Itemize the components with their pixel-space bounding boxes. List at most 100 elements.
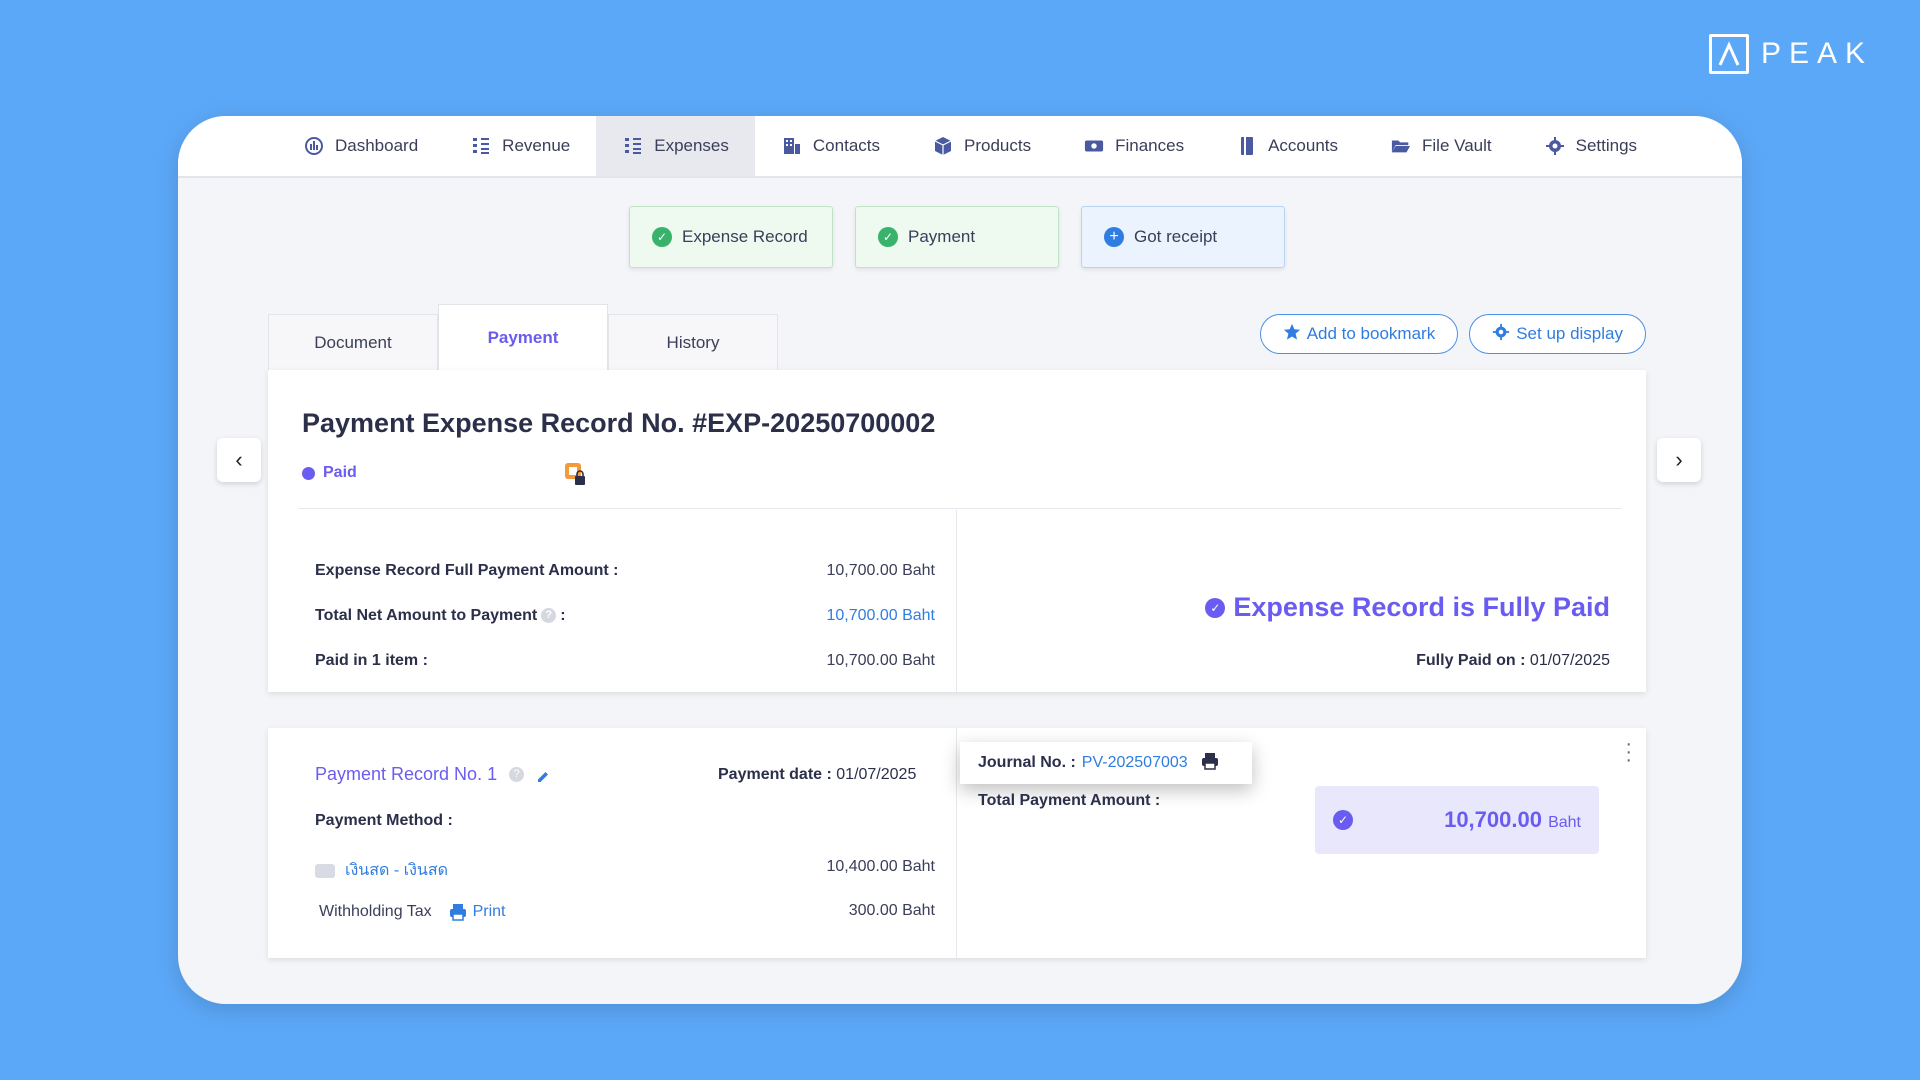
nav-contacts-label: Contacts	[812, 136, 880, 155]
net-amount-label: Total Net Amount to Payment	[315, 607, 538, 624]
paid-on-label: Fully Paid on :	[1416, 652, 1526, 669]
help-icon[interactable]: ?	[541, 608, 557, 624]
tab-payment[interactable]: Payment	[438, 304, 608, 370]
nav-settings[interactable]: Settings	[1518, 116, 1663, 176]
help-icon[interactable]: ?	[509, 767, 525, 782]
nav-settings-label: Settings	[1575, 136, 1638, 155]
check-icon: ✓	[878, 227, 898, 247]
finances-icon	[1083, 135, 1105, 157]
step-expense-record[interactable]: ✓ Expense Record	[629, 206, 833, 268]
withholding-tax-row: Withholding Tax Print 300.00 Baht	[315, 902, 935, 922]
nav-expenses-label: Expenses	[654, 136, 729, 155]
payment-method-amount: 10,400.00 Baht	[826, 858, 935, 875]
divider	[956, 510, 957, 692]
journal-tooltip: Journal No. : PV-202507003	[960, 742, 1252, 784]
nav-revenue[interactable]: Revenue	[444, 116, 596, 176]
setup-display-button[interactable]: Set up display	[1469, 314, 1646, 354]
net-amount-row: Total Net Amount to Payment?: 10,700.00 …	[315, 607, 935, 625]
payment-date-value: 01/07/2025	[836, 766, 917, 783]
status-dot-icon	[302, 466, 315, 480]
full-payment-value: 10,700.00 Baht	[826, 562, 935, 579]
more-options-icon[interactable]: · · ·	[1625, 734, 1632, 770]
gear-icon	[1492, 323, 1510, 346]
contacts-icon	[781, 135, 803, 157]
edit-pencil-icon[interactable]	[536, 768, 550, 782]
payment-method-link[interactable]: เงินสด - เงินสด	[345, 862, 448, 879]
check-icon: ✓	[652, 227, 672, 247]
payment-method-group: เงินสด - เงินสด	[315, 858, 448, 883]
add-bookmark-label: Add to bookmark	[1306, 324, 1436, 343]
total-payment-unit: Baht	[1548, 814, 1581, 831]
tab-history[interactable]: History	[608, 314, 778, 370]
divider	[956, 728, 957, 958]
nav-revenue-label: Revenue	[502, 136, 571, 155]
net-amount-label-group: Total Net Amount to Payment?:	[315, 607, 566, 625]
nav-contacts[interactable]: Contacts	[755, 116, 906, 176]
cash-icon	[315, 863, 335, 878]
status-label: Paid	[323, 464, 357, 481]
logo-mark-icon	[1708, 34, 1749, 74]
products-icon	[932, 135, 954, 157]
nav-dashboard-label: Dashboard	[335, 136, 419, 155]
nav-dashboard[interactable]: Dashboard	[277, 116, 444, 176]
nav-file-vault-label: File Vault	[1422, 136, 1492, 155]
divider	[298, 508, 1622, 509]
action-buttons: Add to bookmark Set up display	[1259, 314, 1646, 354]
status-steps: ✓ Expense Record ✓ Payment + Got receipt	[629, 206, 1285, 268]
nav-products-label: Products	[964, 136, 1032, 155]
payment-method-row: เงินสด - เงินสด 10,400.00 Baht	[315, 858, 935, 883]
total-payment-amount: 10,700.00 Baht	[1444, 807, 1581, 833]
gear-icon	[1544, 135, 1566, 157]
peak-logo: PEAK	[1708, 34, 1873, 74]
check-circle-icon: ✓	[1205, 597, 1226, 618]
step-payment-label: Payment	[908, 227, 976, 246]
payment-record-title-text[interactable]: Payment Record No. 1	[315, 764, 497, 785]
plus-icon: +	[1104, 227, 1124, 247]
total-payment-label: Total Payment Amount :	[978, 792, 1161, 809]
add-bookmark-button[interactable]: Add to bookmark	[1259, 314, 1459, 354]
tab-document[interactable]: Document	[268, 314, 438, 370]
nav-file-vault[interactable]: File Vault	[1364, 116, 1518, 176]
payment-date-label: Payment date :	[718, 766, 832, 783]
nav-products[interactable]: Products	[906, 116, 1057, 176]
chevron-left-icon: ‹	[235, 447, 243, 472]
full-payment-label: Expense Record Full Payment Amount :	[315, 562, 619, 579]
previous-record-button[interactable]: ‹	[217, 438, 261, 482]
document-tabs: Document Payment History	[268, 304, 778, 370]
step-payment[interactable]: ✓ Payment	[855, 206, 1059, 268]
app-window: Dashboard Revenue Expenses Contacts Prod…	[178, 116, 1742, 1004]
printer-icon[interactable]	[1200, 751, 1220, 776]
nav-finances[interactable]: Finances	[1057, 116, 1210, 176]
nav-finances-label: Finances	[1115, 136, 1185, 155]
fully-paid-banner: ✓ Expense Record is Fully Paid	[1205, 592, 1610, 623]
paid-items-row: Paid in 1 item : 10,700.00 Baht	[315, 652, 935, 670]
dashboard-icon	[303, 135, 325, 157]
fully-paid-text: Expense Record is Fully Paid	[1233, 592, 1610, 622]
folder-icon	[1390, 135, 1412, 157]
setup-display-label: Set up display	[1516, 324, 1623, 343]
top-navigation: Dashboard Revenue Expenses Contacts Prod…	[178, 116, 1742, 178]
paid-items-label: Paid in 1 item :	[315, 652, 428, 669]
star-icon	[1283, 323, 1301, 346]
step-expense-record-label: Expense Record	[682, 227, 808, 246]
chevron-right-icon: ›	[1675, 447, 1683, 472]
payment-record-card: Payment Record No. 1 ? Payment date : 01…	[268, 728, 1646, 958]
paid-on-date: Fully Paid on : 01/07/2025	[1416, 652, 1610, 670]
nav-accounts-label: Accounts	[1268, 136, 1339, 155]
payment-record-title: Payment Record No. 1 ?	[315, 764, 550, 785]
nav-accounts[interactable]: Accounts	[1210, 116, 1364, 176]
journal-link[interactable]: PV-202507003	[1082, 754, 1188, 772]
revenue-icon	[470, 135, 492, 157]
nav-expenses[interactable]: Expenses	[596, 116, 755, 176]
status-badge: Paid	[302, 464, 357, 482]
check-circle-icon: ✓	[1333, 810, 1353, 830]
locked-document-icon[interactable]	[564, 462, 586, 486]
net-amount-value[interactable]: 10,700.00 Baht	[826, 607, 935, 625]
next-record-button[interactable]: ›	[1657, 438, 1701, 482]
paid-on-value: 01/07/2025	[1529, 652, 1610, 669]
payment-date: Payment date : 01/07/2025	[718, 766, 916, 784]
payment-method-label: Payment Method :	[315, 812, 453, 829]
step-got-receipt[interactable]: + Got receipt	[1081, 206, 1285, 268]
print-wht-link[interactable]: Print	[473, 903, 506, 920]
printer-icon[interactable]	[448, 903, 468, 921]
